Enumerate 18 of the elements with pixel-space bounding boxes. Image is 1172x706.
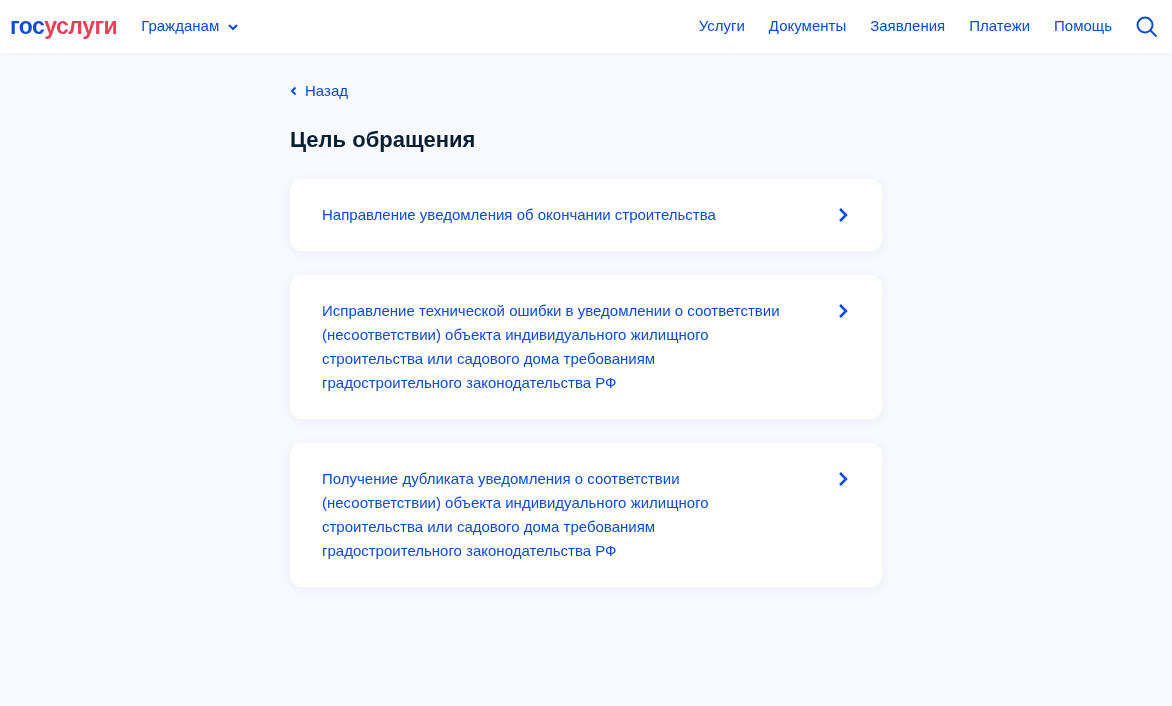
chevron-right-icon <box>838 471 848 488</box>
option-card[interactable]: Исправление технической ошибки в уведомлении о соответствии (несоответствии) объекта индивидуального жилищного строительства или садового дома требованиям градостроительного законодательства РФ <box>290 275 882 420</box>
nav-link[interactable]: Помощь <box>1054 15 1112 38</box>
chevron-right-icon <box>838 303 848 320</box>
option-card[interactable]: Направление уведомления об окончании строительства <box>290 179 882 252</box>
nav-link[interactable]: Заявления <box>870 15 946 38</box>
audience-menu[interactable]: Гражданам <box>141 15 240 38</box>
nav-link[interactable]: Документы <box>768 15 847 38</box>
logo[interactable]: госуслуги <box>10 15 118 38</box>
chevron-right-icon <box>838 207 848 224</box>
nav-link[interactable]: Услуги <box>698 15 745 38</box>
back-link[interactable]: Назад <box>290 79 348 103</box>
page-title: Цель обращения <box>290 127 477 154</box>
search-icon[interactable] <box>1136 15 1158 38</box>
nav-link[interactable]: Платежи <box>969 15 1031 38</box>
option-card[interactable]: Получение дубликата уведомления о соответствии (несоответствии) объекта индивидуального жилищного строительства или садового дома требованиям градостроительного законодательства РФ <box>290 443 882 588</box>
chevron-down-icon <box>227 22 240 31</box>
chevron-left-icon <box>290 86 297 96</box>
